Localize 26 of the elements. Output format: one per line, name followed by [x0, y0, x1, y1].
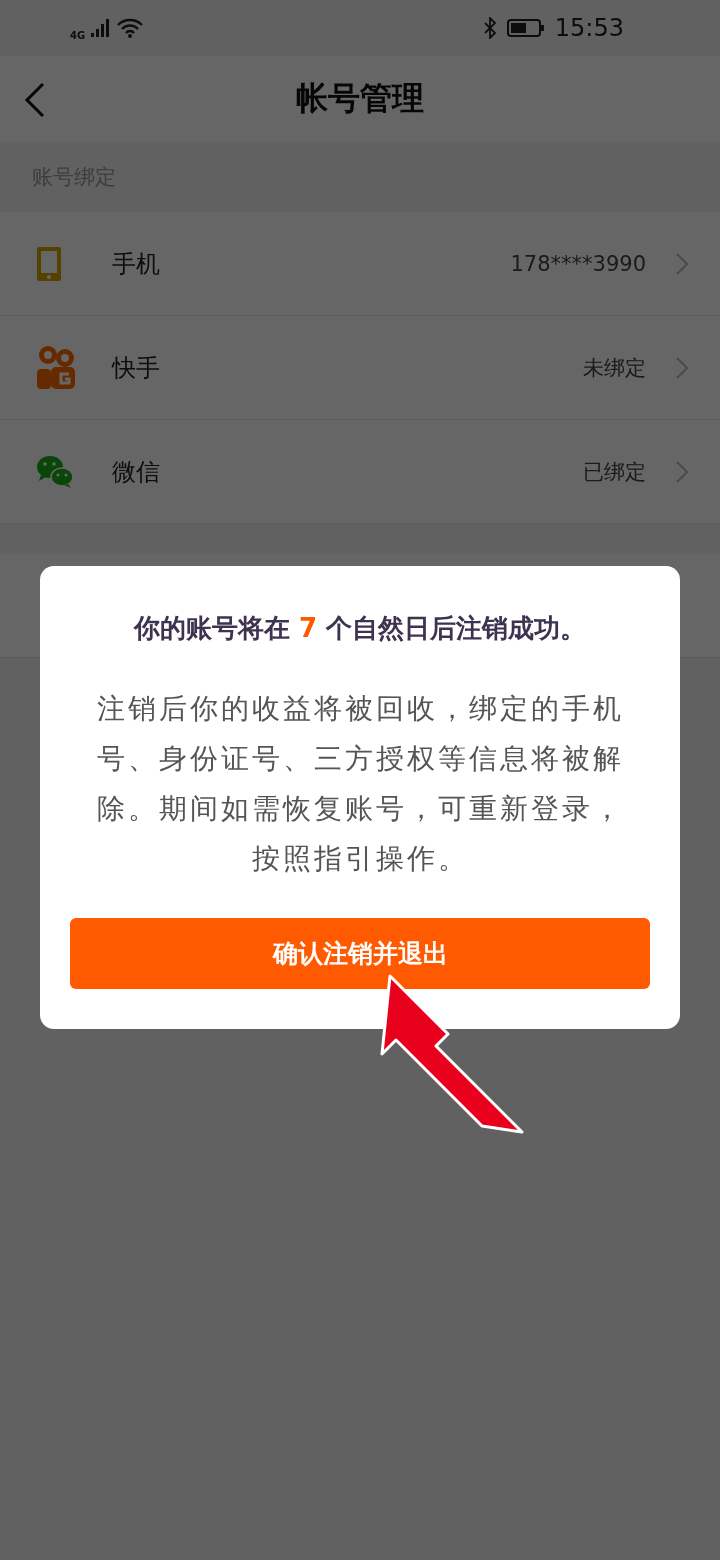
page-title: 帐号管理 [296, 78, 424, 119]
chat-bubbles-icon [36, 454, 74, 489]
phone-icon [36, 245, 62, 282]
network-type: 4G [70, 29, 86, 41]
binding-label: 手机 [112, 248, 161, 280]
binding-status: 178****3990 [510, 251, 646, 276]
camera-icon [36, 344, 76, 391]
confirm-button[interactable]: 确认注销并退出 [70, 918, 650, 989]
back-icon[interactable] [24, 82, 46, 118]
dialog-title: 你的账号将在 7 个自然日后注销成功。 [133, 612, 587, 645]
dialog-message: 注销后你的收益将被回收，绑定的手机号、身份证号、三方授权等信息将被解除。期间如需恢复账号，可重新登录，按照指引操作。 [95, 691, 625, 877]
bluetooth-icon [482, 17, 497, 39]
chevron-icon [676, 356, 688, 379]
clock-time: 15:53 [554, 14, 624, 42]
chevron-icon [676, 252, 688, 275]
signal-icon [91, 18, 112, 38]
binding-label: 微信 [112, 456, 161, 488]
binding-row[interactable]: 快手 未绑定 [0, 316, 720, 420]
binding-label: 快手 [112, 352, 161, 384]
chevron-icon [676, 460, 688, 483]
battery-icon [506, 18, 545, 38]
binding-row[interactable]: 微信 已绑定 [0, 420, 720, 524]
binding-row[interactable]: 手机 178****3990 [0, 212, 720, 316]
wifi-icon [117, 18, 144, 38]
binding-status: 已绑定 [583, 458, 646, 486]
binding-status: 未绑定 [583, 354, 646, 382]
